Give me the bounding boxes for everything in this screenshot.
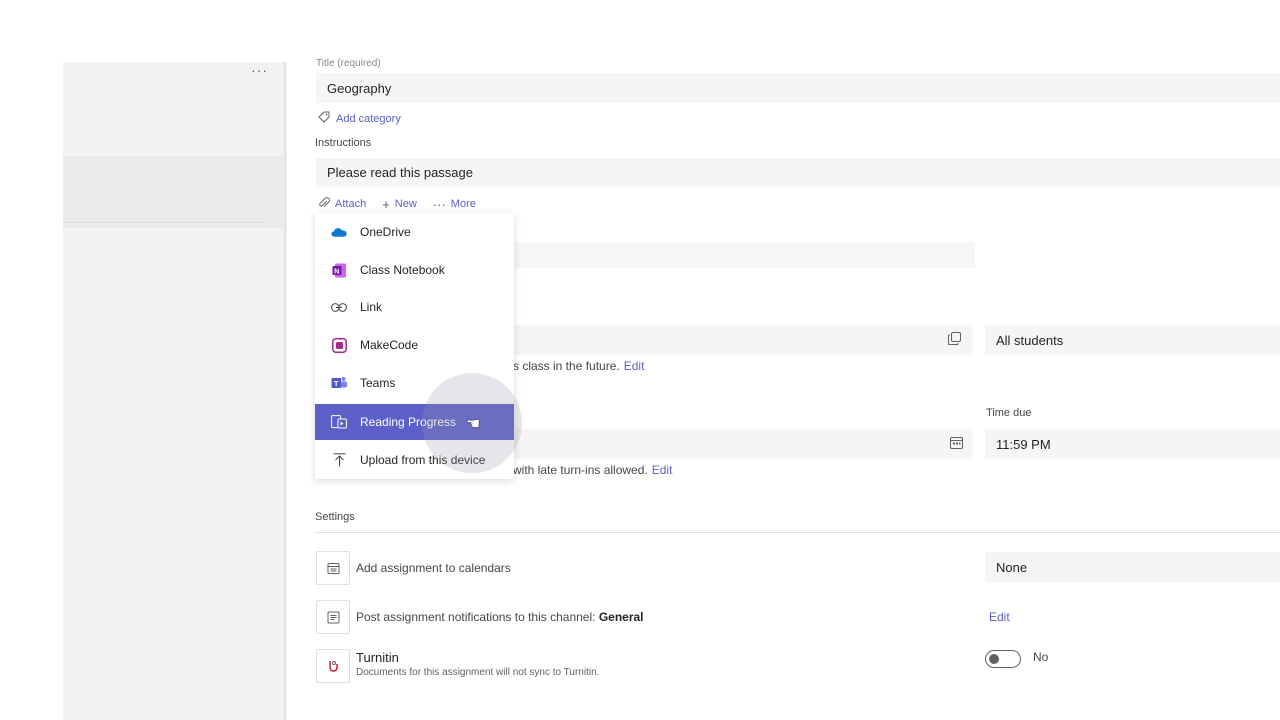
menu-item-class-notebook[interactable]: N Class Notebook: [315, 252, 514, 288]
time-due-label: Time due: [986, 407, 1032, 419]
future-note-text: s class in the future.: [513, 359, 620, 373]
class-input[interactable]: [513, 325, 973, 355]
calendar-select[interactable]: None: [985, 552, 1280, 582]
paperclip-icon: [318, 196, 330, 212]
future-edit-link[interactable]: Edit: [624, 359, 645, 373]
calendar-value: None: [996, 559, 1028, 575]
assignments-panel: ···: [63, 62, 285, 720]
menu-item-onedrive[interactable]: OneDrive: [315, 214, 514, 250]
late-edit-link[interactable]: Edit: [652, 463, 673, 477]
hand-cursor-icon: ☚: [466, 416, 481, 433]
top-band: [0, 0, 1280, 62]
students-value: All students: [996, 332, 1064, 348]
points-field[interactable]: [513, 242, 975, 268]
more-button[interactable]: ··· More: [433, 197, 476, 212]
turnitin-subtitle: Documents for this assignment will not s…: [356, 667, 600, 678]
notification-edit-link[interactable]: Edit: [989, 610, 1010, 624]
add-category-button[interactable]: Add category: [318, 111, 401, 126]
add-category-label: Add category: [336, 112, 401, 125]
app-rail: [0, 62, 63, 720]
calendar-setting-text: Add assignment to calendars: [356, 561, 511, 575]
onenote-icon: N: [331, 262, 347, 278]
panel-divider: [63, 222, 265, 223]
attach-label: Attach: [335, 198, 367, 210]
tag-icon: [318, 111, 330, 126]
turnitin-title: Turnitin: [356, 650, 399, 665]
turnitin-icon: [316, 649, 350, 683]
instructions-label: Instructions: [315, 137, 372, 149]
turnitin-toggle-label: No: [1033, 650, 1049, 664]
instructions-input[interactable]: Please read this passage: [316, 158, 1280, 187]
calendar-icon[interactable]: [950, 436, 963, 452]
instructions-value: Please read this passage: [327, 165, 473, 180]
attach-button[interactable]: Attach: [318, 196, 366, 212]
makecode-icon: [331, 337, 347, 353]
settings-divider: [315, 532, 1280, 533]
more-options-icon[interactable]: ···: [251, 62, 268, 78]
copy-icon[interactable]: [948, 332, 961, 348]
new-label: New: [394, 198, 417, 210]
settings-label: Settings: [315, 511, 355, 523]
turnitin-toggle[interactable]: [985, 650, 1021, 668]
menu-item-link[interactable]: Link: [315, 289, 514, 325]
svg-text:N: N: [334, 268, 339, 275]
toggle-knob: [989, 654, 999, 664]
late-note: with late turn-ins allowed. Edit: [513, 463, 672, 477]
reading-progress-icon: [331, 414, 347, 430]
new-button[interactable]: + New: [382, 197, 417, 212]
menu-item-label: OneDrive: [360, 225, 411, 239]
channel-name: General: [598, 610, 644, 624]
notification-text: Post assignment notifications to this ch…: [356, 610, 599, 624]
link-icon: [331, 299, 347, 315]
students-select[interactable]: All students: [985, 325, 1280, 355]
title-input[interactable]: Geography: [316, 73, 1280, 103]
notification-setting-text: Post assignment notifications to this ch…: [356, 610, 644, 624]
date-due-input[interactable]: [513, 429, 973, 459]
upload-icon: [331, 452, 347, 468]
instructions-toolbar: Attach + New ··· More: [318, 196, 476, 212]
svg-text:T: T: [334, 379, 339, 388]
late-note-text: with late turn-ins allowed.: [513, 463, 648, 477]
future-note: s class in the future. Edit: [513, 359, 644, 373]
title-label: Title (required): [316, 58, 381, 69]
time-due-input[interactable]: 11:59 PM: [985, 429, 1280, 459]
assignment-card[interactable]: [63, 156, 285, 228]
title-value: Geography: [327, 80, 392, 96]
calendar-settings-icon: [316, 551, 350, 585]
onedrive-icon: [331, 224, 347, 240]
more-label: More: [450, 198, 476, 210]
notification-settings-icon: [316, 600, 350, 634]
time-due-value: 11:59 PM: [996, 436, 1051, 452]
menu-item-makecode[interactable]: MakeCode: [315, 327, 514, 363]
menu-item-label: Teams: [360, 376, 396, 390]
menu-item-label: Class Notebook: [360, 263, 445, 277]
menu-item-label: Link: [360, 300, 383, 314]
teams-icon: T: [331, 375, 347, 391]
ellipsis-icon: ···: [432, 196, 446, 212]
plus-icon: +: [382, 196, 390, 212]
menu-item-label: MakeCode: [360, 338, 419, 352]
